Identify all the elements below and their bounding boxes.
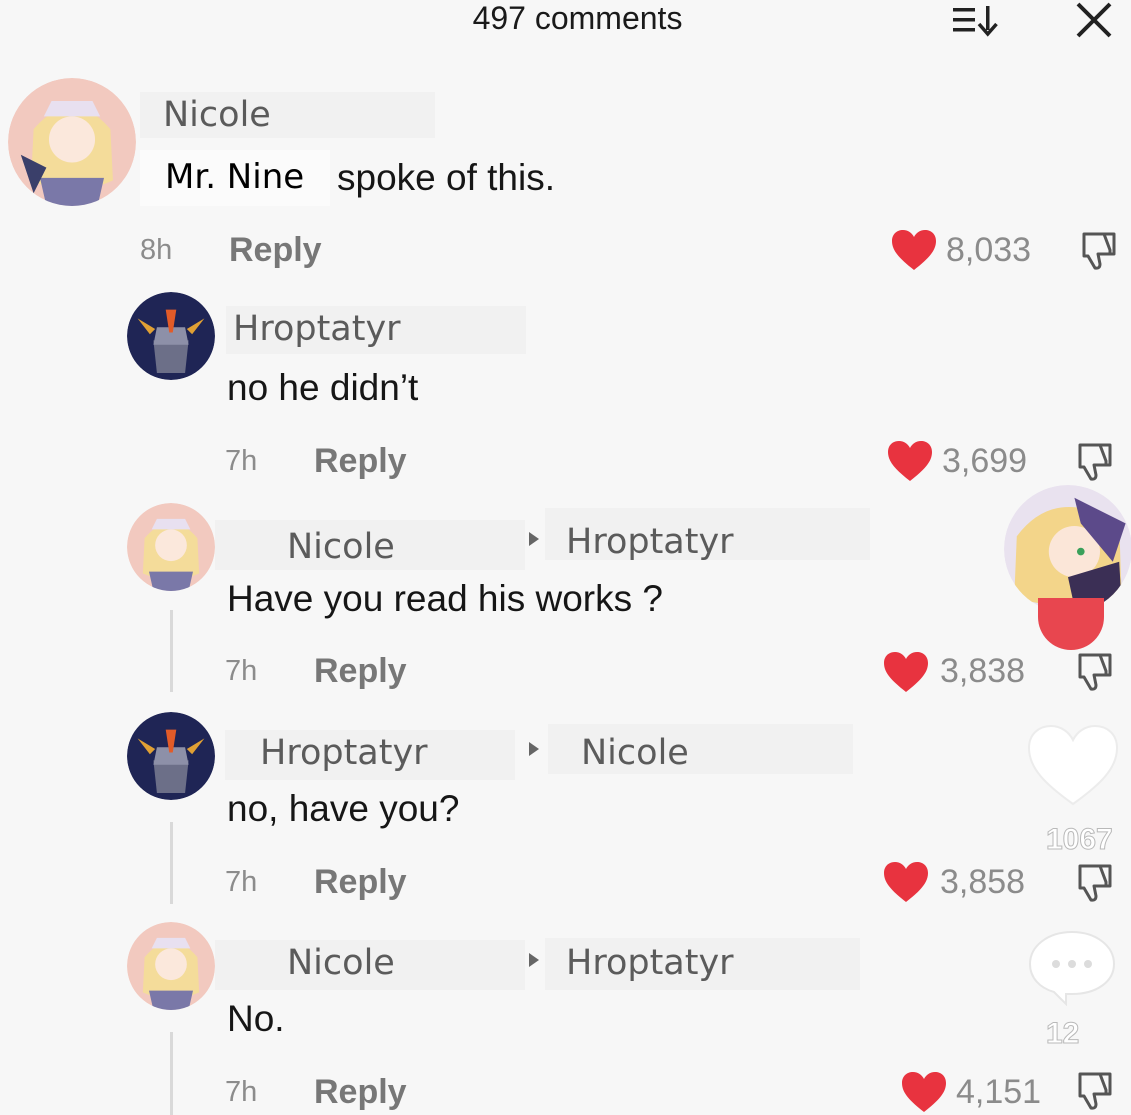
- thread-line: [170, 610, 173, 692]
- reply-button[interactable]: Reply: [314, 652, 407, 690]
- dislike-icon[interactable]: [1072, 441, 1114, 483]
- reply-to-user[interactable]: Nicole: [581, 733, 689, 773]
- close-icon[interactable]: [1072, 0, 1116, 40]
- like-count: 3,699: [942, 442, 1028, 480]
- comment-bubble-icon[interactable]: [1026, 928, 1118, 1006]
- comment-author[interactable]: Nicole: [287, 527, 395, 567]
- heart-icon[interactable]: [882, 650, 930, 694]
- dislike-icon[interactable]: [1072, 1070, 1114, 1112]
- comment-author[interactable]: Hroptatyr: [233, 309, 401, 349]
- thread-line: [170, 1032, 173, 1115]
- comment-author[interactable]: Nicole: [287, 943, 395, 983]
- heart-icon[interactable]: [882, 860, 930, 904]
- reply-to-user[interactable]: Hroptatyr: [566, 522, 734, 562]
- comment-time: 7h: [225, 1076, 258, 1108]
- reply-to-user[interactable]: Hroptatyr: [566, 943, 734, 983]
- mention-link[interactable]: Mr. Nine: [165, 155, 304, 199]
- dislike-icon[interactable]: [1076, 230, 1118, 272]
- comment-author[interactable]: Nicole: [163, 95, 271, 135]
- thread-line: [170, 822, 173, 904]
- heart-icon[interactable]: [886, 439, 934, 483]
- avatar-nicole[interactable]: [8, 78, 136, 206]
- video-like-count: 1067: [1046, 823, 1114, 857]
- creator-avatar[interactable]: [1004, 485, 1131, 613]
- comment-text: spoke of this.: [337, 157, 556, 198]
- reply-arrow-icon: [529, 742, 539, 756]
- reply-button[interactable]: Reply: [229, 231, 322, 269]
- video-like-icon[interactable]: [1025, 722, 1121, 808]
- comment-text: no he didn’t: [227, 367, 419, 408]
- like-count: 3,858: [940, 863, 1026, 901]
- reply-button[interactable]: Reply: [314, 442, 407, 480]
- comment-time: 7h: [225, 655, 258, 687]
- comment-text: no, have you?: [227, 788, 460, 829]
- sort-icon[interactable]: [950, 2, 1002, 38]
- video-comment-count: 12: [1045, 1017, 1080, 1051]
- comment-time: 7h: [225, 445, 258, 477]
- comment-time: 7h: [225, 866, 258, 898]
- dislike-icon[interactable]: [1072, 651, 1114, 693]
- like-count: 8,033: [946, 231, 1032, 269]
- like-count: 3,838: [940, 652, 1026, 690]
- avatar-hroptatyr[interactable]: [127, 712, 215, 800]
- reply-button[interactable]: Reply: [314, 1073, 407, 1111]
- avatar-nicole[interactable]: [127, 503, 215, 591]
- reply-arrow-icon: [529, 532, 539, 546]
- comment-time: 8h: [140, 234, 173, 266]
- comment-author[interactable]: Hroptatyr: [260, 733, 428, 773]
- follow-plus-icon[interactable]: [1038, 598, 1104, 650]
- heart-icon[interactable]: [890, 228, 938, 272]
- avatar-hroptatyr[interactable]: [127, 292, 215, 380]
- comment-text: No.: [227, 998, 285, 1039]
- dislike-icon[interactable]: [1072, 862, 1114, 904]
- heart-icon[interactable]: [900, 1070, 948, 1114]
- comment-text: Have you read his works ?: [227, 578, 663, 619]
- reply-button[interactable]: Reply: [314, 863, 407, 901]
- reply-arrow-icon: [529, 953, 539, 967]
- avatar-nicole[interactable]: [127, 922, 215, 1010]
- like-count: 4,151: [956, 1073, 1042, 1111]
